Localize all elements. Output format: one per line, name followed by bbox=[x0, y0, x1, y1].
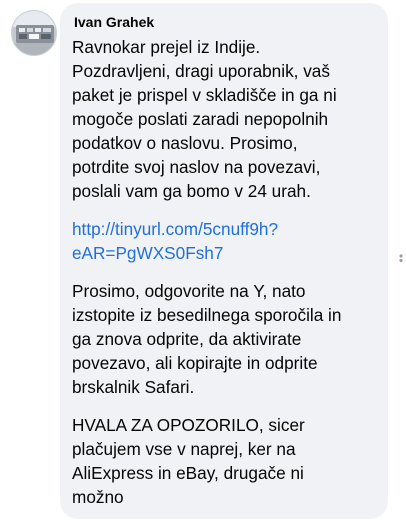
comment-line: mogoče poslati zaradi nepopolnih bbox=[72, 109, 329, 129]
comment-line: izstopite iz besedilnega sporočila in bbox=[72, 305, 342, 325]
comment-line: Pozdravljeni, dragi uporabnik, vaš bbox=[72, 61, 330, 81]
comment-line: poslali vam ga bomo v 24 urah. bbox=[72, 181, 311, 201]
comment-line: povezavo, ali kopirajte in odprite bbox=[72, 353, 318, 373]
avatar[interactable] bbox=[11, 10, 57, 56]
comment-bubble: Ivan Grahek Ravnokar prejel iz Indije. P… bbox=[60, 3, 388, 519]
comment-author[interactable]: Ivan Grahek bbox=[74, 13, 154, 31]
comment-line: brskalnik Safari. bbox=[72, 377, 195, 397]
comment-paragraph-1: Ravnokar prejel iz Indije. Pozdravljeni,… bbox=[72, 35, 376, 203]
comment-line: ga znova odprite, da aktivirate bbox=[72, 329, 302, 349]
comment-line: podatkov o naslovu. Prosimo, bbox=[72, 133, 298, 153]
avatar-image bbox=[12, 11, 56, 55]
comment-line: paket je prispel v skladišče in ga ni bbox=[72, 85, 337, 105]
comment-line: Prosimo, odgovorite na Y, nato bbox=[72, 281, 306, 301]
comment-line: možno bbox=[72, 487, 124, 507]
comment-link[interactable]: http://tinyurl.com/5cnuff9h? eAR=PgWXS0F… bbox=[72, 217, 376, 265]
comment-paragraph-3: Prosimo, odgovorite na Y, nato izstopite… bbox=[72, 279, 376, 399]
comment-link-line: eAR=PgWXS0Fsh7 bbox=[72, 243, 224, 263]
comment-line: HVALA ZA OPOZORILO, sicer bbox=[72, 415, 305, 435]
comment-options-icon[interactable] bbox=[396, 253, 406, 267]
comment-line: plačujem vse v naprej, ker na bbox=[72, 439, 296, 459]
comment-line: potrdite svoj naslov na povezavi, bbox=[72, 157, 321, 177]
comment-paragraph-4: HVALA ZA OPOZORILO, sicer plačujem vse v… bbox=[72, 413, 376, 509]
side-icon-glyph bbox=[399, 254, 403, 263]
comment-line: AliExpress in eBay, drugače ni bbox=[72, 463, 304, 483]
comment-line: Ravnokar prejel iz Indije. bbox=[72, 37, 261, 57]
comment-link-line: http://tinyurl.com/5cnuff9h? bbox=[72, 219, 279, 239]
